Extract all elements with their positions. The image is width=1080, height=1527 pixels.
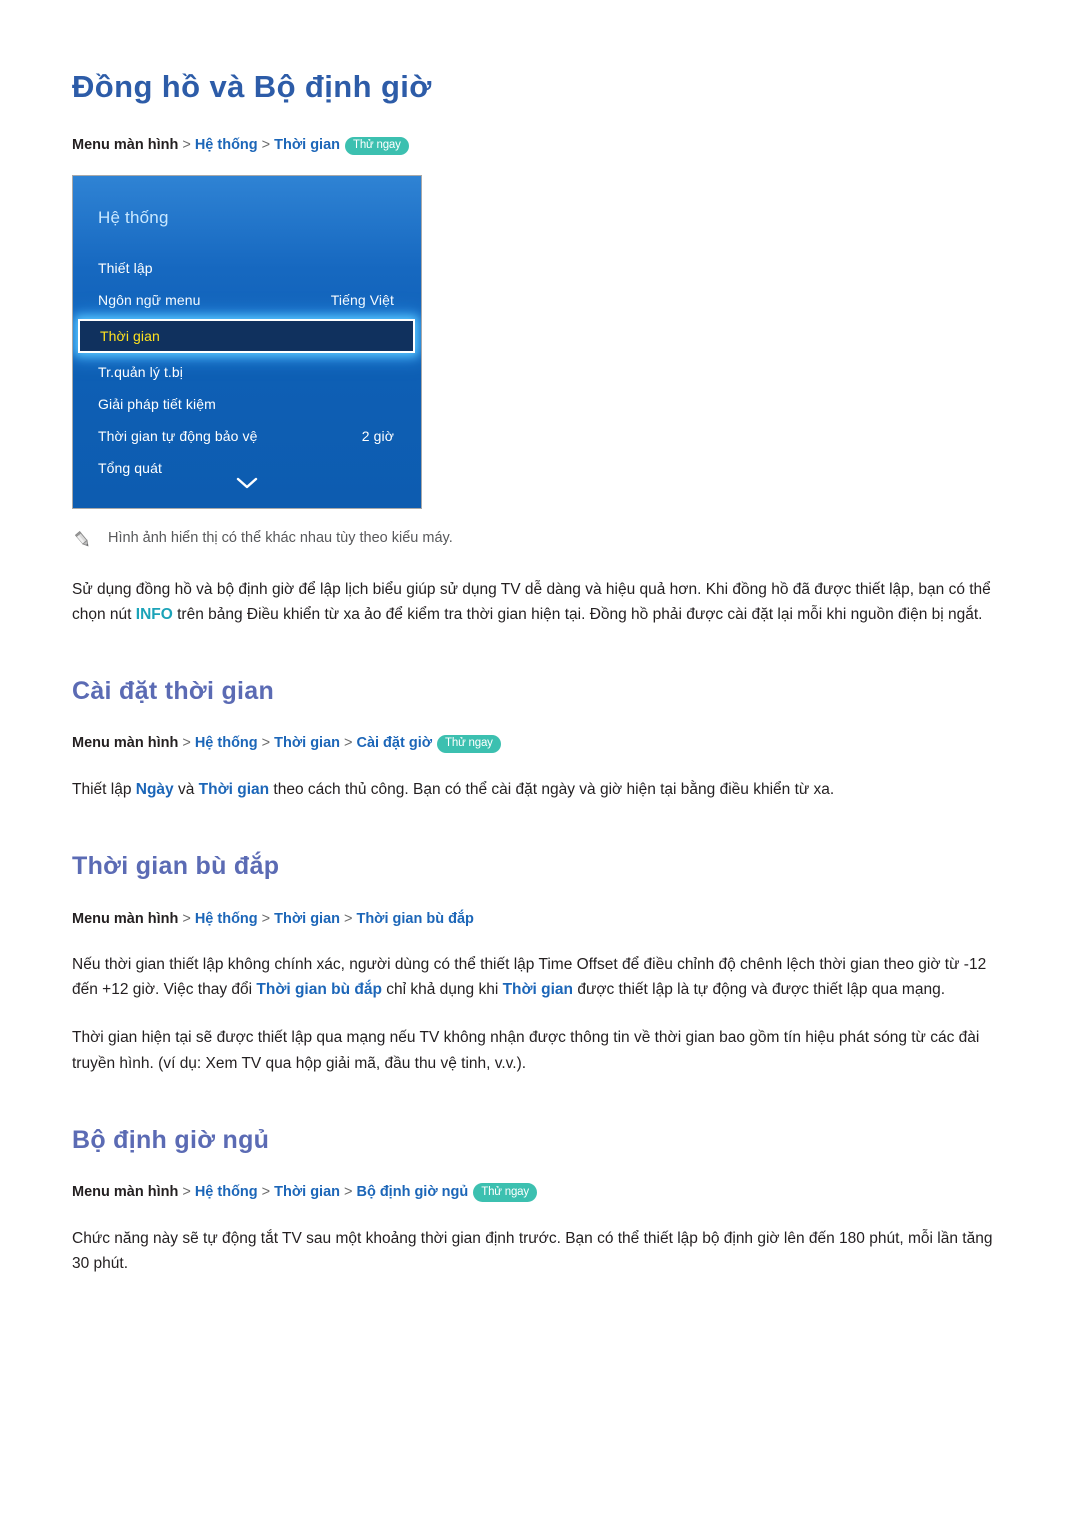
note-row: Hình ảnh hiển thị có thể khác nhau tùy t… [72, 528, 1008, 550]
tv-menu-item-thoi-gian-tu-dong-bao-ve[interactable]: Thời gian tự động bảo vệ 2 giờ [73, 420, 421, 452]
breadcrumb-separator: > [182, 910, 191, 927]
breadcrumb-root: Menu màn hình [72, 1183, 179, 1200]
breadcrumb-root: Menu màn hình [72, 735, 179, 752]
intro-paragraph: Sử dụng đồng hồ và bộ định giờ để lập lị… [72, 577, 1008, 627]
tv-menu-item-tr-quan-ly-tbi[interactable]: Tr.quản lý t.bị [73, 356, 421, 388]
tv-menu-item-label: Thời gian [100, 327, 160, 344]
paragraph-time-offset-1: Nếu thời gian thiết lập không chính xác,… [72, 952, 1008, 1002]
try-now-badge[interactable]: Thử ngay [473, 1183, 537, 1202]
breadcrumb-item-thoi-gian-bu-dap[interactable]: Thời gian bù đắp [356, 911, 473, 927]
tv-menu-list: Thiết lập Ngôn ngữ menu Tiếng Việt Thời … [73, 252, 421, 484]
breadcrumb-item-he-thong[interactable]: Hệ thống [195, 1184, 258, 1200]
tv-menu-item-label: Ngôn ngữ menu [98, 291, 201, 308]
breadcrumb-sleep-timer: Menu màn hình > Hệ thống > Thời gian > Bộ định… [72, 1182, 1008, 1204]
breadcrumb-item-thoi-gian[interactable]: Thời gian [274, 735, 340, 751]
breadcrumb-item-he-thong[interactable]: Hệ thống [195, 911, 258, 927]
try-now-badge[interactable]: Thử ngay [437, 734, 501, 754]
text-part: và [173, 781, 199, 799]
document-page: Đồng hồ và Bộ định giờ Menu màn hình > Hệ … [0, 0, 1080, 1527]
tv-menu-item-label: Giải pháp tiết kiệm [98, 395, 216, 412]
pencil-icon [72, 529, 94, 551]
tv-menu-item-thoi-gian-selected[interactable]: Thời gian [78, 318, 415, 353]
section-title-time-offset: Thời gian bù đắp [72, 852, 280, 881]
breadcrumb-item-he-thong[interactable]: Hệ thống [195, 735, 258, 751]
tv-menu-item-giai-phap-tiet-kiem[interactable]: Giải pháp tiết kiệm [73, 388, 421, 420]
tv-menu-inner: Hệ thống Thiết lập Ngôn ngữ menu Tiếng V… [73, 176, 421, 508]
page-content: Đồng hồ và Bộ định giờ Menu màn hình > Hệ … [72, 0, 1008, 1276]
tv-menu-item-value: Tiếng Việt [330, 291, 394, 308]
text-part: Thiết lập [72, 781, 136, 799]
chevron-down-icon [236, 477, 258, 490]
breadcrumb-separator: > [344, 1183, 353, 1200]
section-title-time-setup: Cài đặt thời gian [72, 677, 275, 706]
breadcrumb-separator: > [182, 137, 191, 154]
tv-menu-selection-box: Thời gian [78, 318, 415, 353]
intro-text-part2: trên bảng Điều khiển từ xa ảo để kiểm tr… [172, 606, 983, 624]
text-part: chỉ khả dụng khi [381, 981, 503, 999]
keyword-thoi-gian: Thời gian [198, 781, 270, 799]
breadcrumb-time-setup: Menu màn hình > Hệ thống > Thời gian > Cài đặt… [72, 733, 1008, 755]
breadcrumb-item-thoi-gian[interactable]: Thời gian [274, 137, 340, 153]
breadcrumb-separator: > [182, 1183, 191, 1200]
breadcrumb-item-thoi-gian[interactable]: Thời gian [274, 1184, 340, 1200]
try-now-badge[interactable]: Thử ngay [345, 136, 409, 156]
breadcrumb-root: Menu màn hình [72, 910, 179, 927]
tv-menu-panel: Hệ thống Thiết lập Ngôn ngữ menu Tiếng V… [72, 174, 422, 509]
keyword-info: INFO [135, 606, 173, 624]
keyword-thoi-gian-bu-dap: Thời gian bù đắp [256, 981, 382, 999]
breadcrumb-root: Menu màn hình [72, 137, 179, 154]
breadcrumb-separator: > [261, 735, 271, 752]
text-part: được thiết lập là tự động và được thiết … [573, 981, 946, 999]
tv-menu-item-ngon-ngu-menu[interactable]: Ngôn ngữ menu Tiếng Việt [73, 284, 421, 316]
breadcrumb-separator: > [261, 1183, 271, 1200]
tv-menu-item-value: 2 giờ [361, 427, 394, 444]
breadcrumb-separator: > [344, 910, 353, 927]
breadcrumb-item-thoi-gian[interactable]: Thời gian [274, 911, 340, 927]
section-title-sleep-timer: Bộ định giờ ngủ [72, 1125, 270, 1154]
keyword-thoi-gian: Thời gian [502, 981, 574, 999]
breadcrumb-separator: > [182, 735, 191, 752]
breadcrumb-time-offset: Menu màn hình > Hệ thống > Thời gian > Thời gi… [72, 909, 1008, 931]
breadcrumb-clock: Menu màn hình > Hệ thống > Thời gian Thử ngay [72, 135, 1008, 157]
text-part: theo cách thủ công. Bạn có thể cài đặt n… [269, 781, 835, 799]
note-text: Hình ảnh hiển thị có thể khác nhau tùy t… [108, 529, 453, 546]
tv-menu-scroll-down[interactable] [73, 477, 421, 490]
tv-menu-item-label: Thiết lập [98, 259, 153, 276]
paragraph-time-offset-2: Thời gian hiện tại sẽ được thiết lập qua… [72, 1029, 980, 1072]
tv-menu-item-label: Thời gian tự động bảo vệ [98, 427, 258, 444]
page-title: Đồng hồ và Bộ định giờ [72, 69, 432, 104]
tv-menu-item-thiet-lap[interactable]: Thiết lập [73, 252, 421, 284]
breadcrumb-item-bo-dinh-gio-ngu[interactable]: Bộ định giờ ngủ [356, 1184, 468, 1200]
breadcrumb-item-cai-dat-gio[interactable]: Cài đặt giờ [356, 735, 432, 751]
tv-menu-item-label: Tổng quát [98, 459, 162, 476]
breadcrumb-separator: > [344, 735, 353, 752]
paragraph-sleep-timer: Chức năng này sẽ tự động tắt TV sau một … [72, 1229, 993, 1272]
tv-menu-header: Hệ thống [98, 207, 169, 227]
breadcrumb-separator: > [261, 137, 271, 154]
tv-menu-item-label: Tr.quản lý t.bị [98, 363, 184, 380]
keyword-ngay: Ngày [135, 781, 174, 799]
paragraph-time-setup: Thiết lập Ngày và Thời gian theo cách th… [72, 777, 1008, 802]
breadcrumb-separator: > [261, 910, 271, 927]
breadcrumb-item-he-thong[interactable]: Hệ thống [195, 137, 258, 153]
